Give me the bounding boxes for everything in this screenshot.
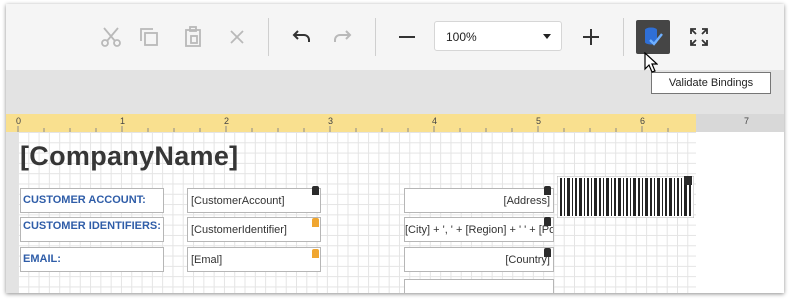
chevron-down-icon [543,34,551,39]
undo-button[interactable] [286,22,316,52]
delete-icon [230,30,244,44]
zoom-value: 100% [446,30,477,44]
toolbar-separator [623,18,624,56]
copy-button[interactable] [134,22,164,52]
cut-icon [101,27,121,47]
barcode-control[interactable] [557,176,694,218]
email-label[interactable]: EMAIL: [20,247,164,272]
company-name-field[interactable]: [CompanyName] [20,141,238,172]
paste-icon [185,26,201,47]
binding-status-icon [544,217,551,226]
validate-bindings-button[interactable] [636,20,670,54]
binding-warning-icon [312,218,319,227]
ruler-label: 0 [16,116,22,126]
binding-status-icon [312,186,319,195]
fullscreen-button[interactable] [684,22,714,52]
zoom-out-button[interactable] [392,22,422,52]
customer-account-field[interactable]: [CustomerAccount] [187,188,321,213]
redo-icon [334,30,352,42]
email-field[interactable]: [Emal] [187,247,321,272]
undo-icon [292,30,310,42]
ruler-label: 7 [744,116,750,126]
ruler-label: 1 [120,116,126,126]
zoom-out-icon [399,36,415,38]
tooltip: Validate Bindings [651,72,771,94]
binding-status-icon [544,248,551,257]
country-field[interactable]: [Country] [404,247,554,272]
designer-left-gutter [6,132,18,293]
zoom-in-button[interactable] [576,22,606,52]
zoom-in-icon [583,29,599,45]
customer-identifiers-label[interactable]: CUSTOMER IDENTIFIERS: [20,217,164,242]
cut-button[interactable] [96,22,126,52]
toolbar: 100% [6,4,784,70]
ruler-label: 4 [432,116,438,126]
validate-bindings-icon [645,27,663,46]
delete-button[interactable] [222,22,252,52]
page-outside-area [696,132,784,293]
customer-identifier-field[interactable]: [CustomerIdentifier] [187,217,321,242]
binding-warning-icon [312,249,319,258]
list-item[interactable] [404,279,554,293]
ruler-label: 3 [328,116,334,126]
ruler-margin-area [696,114,784,132]
copy-icon [140,28,158,46]
fullscreen-icon [690,28,708,46]
customer-account-label[interactable]: CUSTOMER ACCOUNT: [20,188,164,213]
city-region-postal-field[interactable]: [City] + ', ' + [Region] + ' ' + [Postal… [404,217,554,242]
horizontal-ruler: 0 1 2 3 4 5 6 7 [6,114,784,132]
binding-status-icon [544,186,551,195]
zoom-select[interactable]: 100% [434,21,562,51]
report-designer-window: 100% Validate Bindings 0 1 2 3 4 5 6 7 [… [6,4,784,293]
ruler-label: 6 [640,116,646,126]
ruler-label: 2 [224,116,230,126]
address-field[interactable]: [Address] [404,188,554,213]
paste-button[interactable] [178,22,208,52]
binding-status-icon [684,176,692,185]
redo-button[interactable] [328,22,358,52]
toolbar-separator [375,18,376,56]
ruler-label: 5 [536,116,542,126]
toolbar-separator [268,18,269,56]
mouse-pointer-icon [644,52,658,73]
